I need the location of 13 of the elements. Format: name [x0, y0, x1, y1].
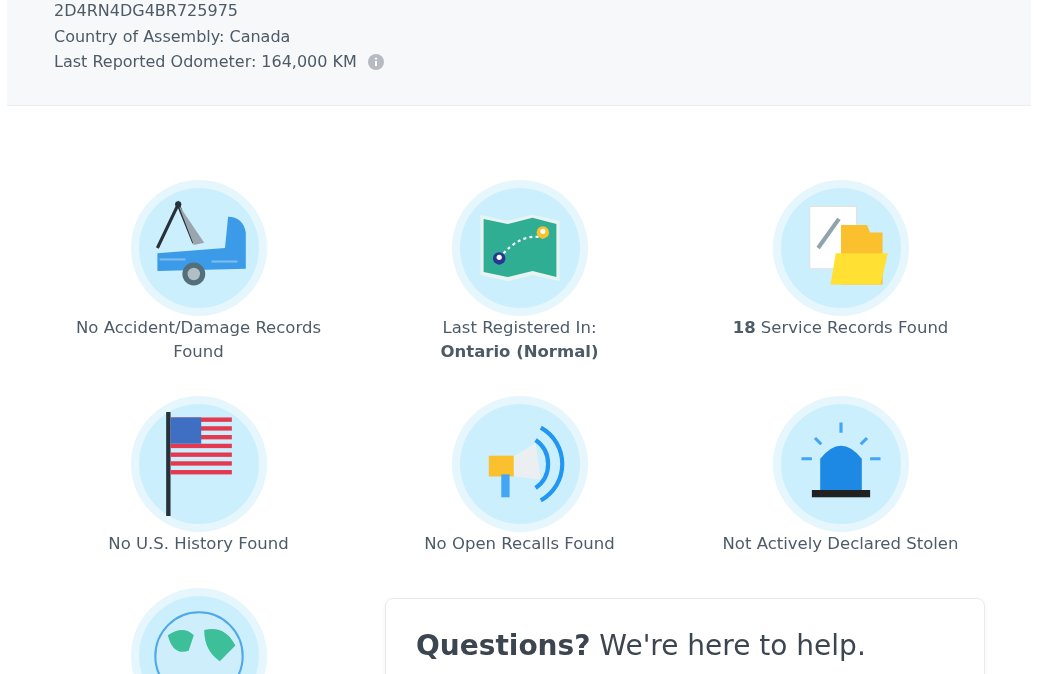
summary-text: Last Registered In: Ontario (Normal)	[439, 317, 600, 363]
summary-text: No U.S. History Found	[107, 533, 290, 555]
info-icon[interactable]	[367, 53, 384, 70]
detail-value: Canada	[229, 25, 291, 48]
detail-label: Country of Assembly:	[54, 25, 225, 48]
summary-text: No Open Recalls Found	[423, 533, 616, 555]
summary-text: No Accident/Damage Records Found	[75, 317, 322, 363]
help-title: Questions? We're here to help.	[416, 629, 867, 663]
detail-label: Last Reported Odometer:	[54, 51, 257, 73]
vin-text: 2D4RN4DG4BR725975	[54, 0, 239, 22]
summary-text: Not Actively Declared Stolen	[721, 533, 960, 555]
detail-value: 164,000 KM	[261, 51, 357, 73]
summary-text: 18 Service Records Found	[731, 317, 950, 339]
